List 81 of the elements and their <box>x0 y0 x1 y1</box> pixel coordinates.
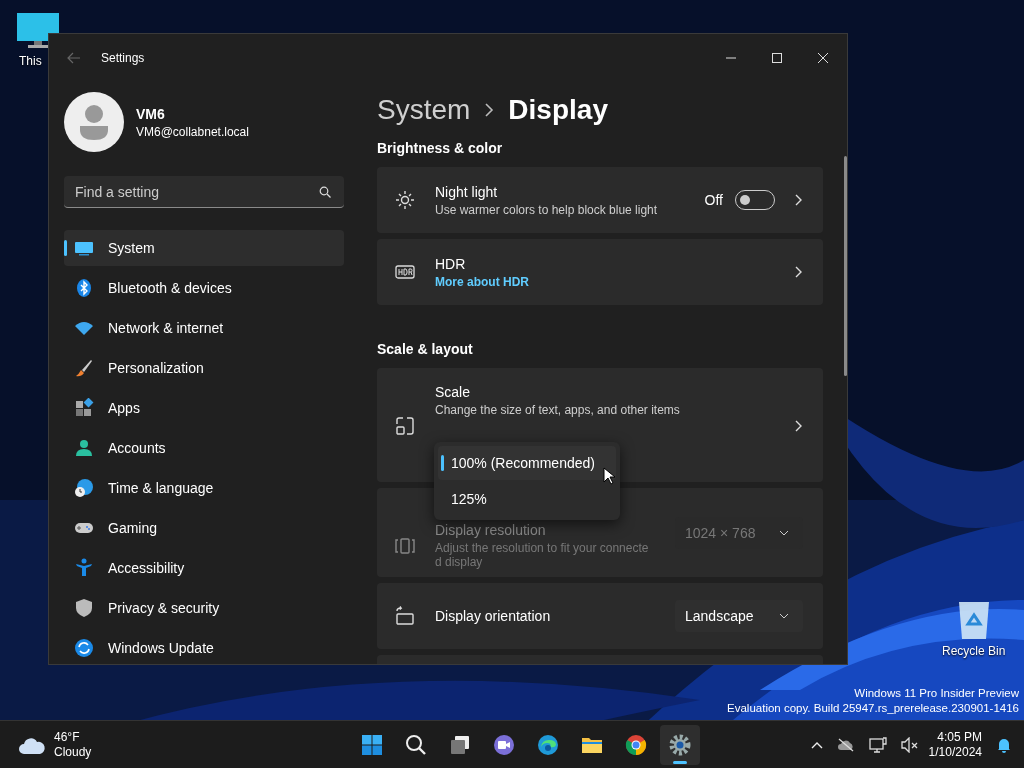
desktop-icon-label[interactable]: Recycle Bin <box>942 644 1006 658</box>
chevron-right-icon[interactable] <box>795 266 803 278</box>
scale-icon <box>395 416 415 436</box>
temperature: 46°F <box>54 729 81 745</box>
maximize-icon[interactable] <box>771 52 783 64</box>
toggle-state-label: Off <box>704 192 723 208</box>
back-arrow-icon[interactable] <box>67 52 81 64</box>
hdr-icon <box>395 262 415 282</box>
user-name: VM6 <box>136 105 166 122</box>
window-title: Settings <box>101 51 145 65</box>
nav-item[interactable]: Network & internet <box>64 310 344 346</box>
setting-description: Use warmer colors to help block blue light <box>435 202 659 217</box>
desktop-icon-label[interactable]: This <box>19 54 42 68</box>
brush-icon <box>74 358 94 378</box>
nav-item[interactable]: Accessibility <box>64 550 344 586</box>
setting-description: Change the size of text, apps, and other items <box>435 403 681 417</box>
update-icon <box>74 638 94 658</box>
setting-title: Scale <box>435 384 472 400</box>
user-email: VM6@collabnet.local <box>136 124 249 139</box>
close-icon[interactable] <box>817 52 829 64</box>
menu-option[interactable]: 100% (Recommended) <box>438 446 616 480</box>
mouse-cursor-icon <box>603 467 615 485</box>
chevron-down-icon <box>779 613 789 619</box>
breadcrumb-link[interactable]: System <box>377 94 471 126</box>
nav-item[interactable]: Personalization <box>64 350 344 386</box>
chevron-down-icon <box>779 529 789 536</box>
nav-item[interactable]: Accounts <box>64 430 344 466</box>
chevron-right-icon[interactable] <box>795 420 803 432</box>
page-title: Display <box>508 94 608 126</box>
gear-icon <box>668 732 692 757</box>
scrollbar-thumb[interactable] <box>844 156 847 376</box>
person-icon <box>74 438 94 458</box>
setting-card[interactable]: HDR More about HDR <box>377 239 823 305</box>
chevron-right-icon[interactable] <box>795 194 803 206</box>
accessibility-icon <box>74 558 94 578</box>
taskbar-button[interactable] <box>660 724 700 765</box>
clock-date[interactable]: 1/10/2024 <box>928 744 982 760</box>
setting-description: Adjust the resolution to fit your connected display <box>435 541 650 569</box>
hdr-link[interactable]: More about HDR <box>435 274 775 289</box>
dropdown[interactable]: Landscape <box>675 600 803 632</box>
clock-time[interactable]: 4:05 PM <box>937 729 982 745</box>
nav-item[interactable]: System <box>64 230 344 266</box>
setting-card[interactable]: Night light Use warmer colors to help block blue light Off <box>377 167 823 233</box>
apps-icon <box>74 398 94 418</box>
network-icon[interactable] <box>868 736 887 753</box>
globe-clock-icon <box>74 478 94 498</box>
watermark-text: Windows 11 Pro Insider Preview <box>854 686 1019 701</box>
windows-logo-icon <box>360 732 384 757</box>
section-title: Scale & layout <box>377 341 474 357</box>
nav-item[interactable]: Bluetooth & devices <box>64 270 344 306</box>
nav-item[interactable]: Apps <box>64 390 344 426</box>
search-icon <box>319 186 331 198</box>
brightness-icon <box>395 190 415 210</box>
video-chat-icon <box>492 732 516 757</box>
speaker-muted-icon[interactable] <box>900 736 919 753</box>
avatar-icon <box>64 92 124 152</box>
bell-icon[interactable] <box>996 736 1012 753</box>
setting-title: Night light <box>435 183 499 200</box>
setting-title: Display orientation <box>435 608 552 624</box>
monitor-icon[interactable] <box>16 12 60 50</box>
chevron-right-icon <box>484 103 495 117</box>
round-browser-icon <box>624 732 648 757</box>
nav-item[interactable]: Windows Update <box>64 630 344 664</box>
nav-item[interactable]: Gaming <box>64 510 344 546</box>
weather-condition: Cloudy <box>54 744 92 760</box>
nav-item[interactable]: Privacy & security <box>64 590 344 626</box>
resolution-icon <box>395 535 415 556</box>
shield-icon <box>74 598 94 618</box>
setting-card[interactable]: Display orientation Landscape <box>377 583 823 649</box>
browser-icon <box>536 732 560 757</box>
chevron-up-icon[interactable] <box>810 740 823 749</box>
setting-title: HDR <box>435 255 467 272</box>
orientation-icon <box>395 606 415 626</box>
nav-item[interactable]: Time & language <box>64 470 344 506</box>
search-field[interactable]: Find a setting <box>64 176 344 208</box>
setting-title: Display resolution <box>435 522 547 538</box>
bluetooth-icon <box>74 278 94 298</box>
cloud-off-icon[interactable] <box>836 737 855 752</box>
search-icon <box>404 732 428 757</box>
watermark-text: Evaluation copy. Build 25947.rs_prerelease.230901-1416 <box>727 701 1019 716</box>
section-title: Brightness & color <box>377 140 504 156</box>
